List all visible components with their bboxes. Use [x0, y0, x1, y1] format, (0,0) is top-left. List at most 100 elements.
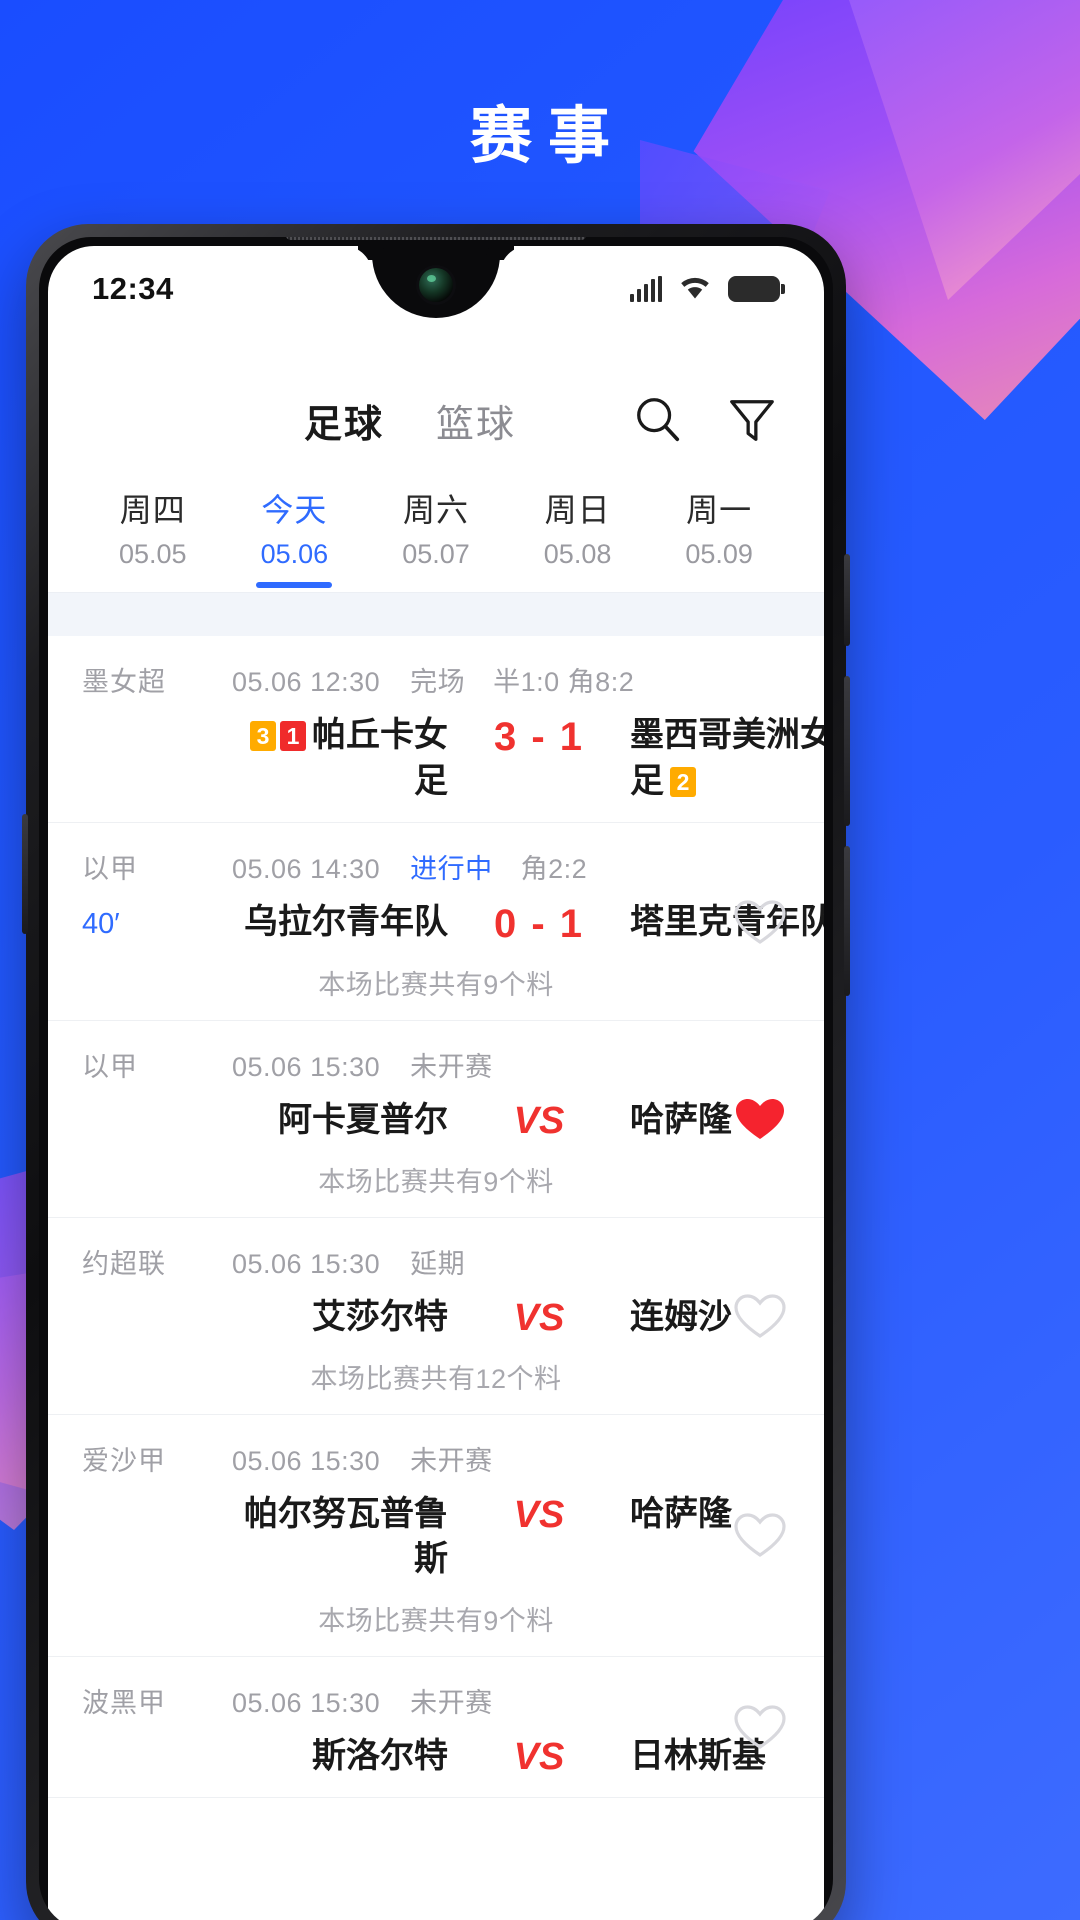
match-row-body: 帕尔努瓦普鲁斯 VS 哈萨隆 — [82, 1492, 790, 1583]
favorite-heart-icon[interactable] — [730, 1505, 790, 1565]
match-row-body: 40′ 乌拉尔青年队 0 - 1 塔里克青年队 — [82, 900, 824, 947]
match-row-header: 墨女超 05.06 12:30 完场 半1:0 角8:2 — [82, 660, 790, 699]
phone-side-button-volume-down — [844, 846, 850, 996]
away-team-name: 连姆沙 — [630, 1298, 732, 1337]
date-tab-05.05[interactable]: 周四 05.05 — [82, 490, 224, 592]
home-team-name: 阿卡夏普尔 — [278, 1101, 448, 1140]
home-team-name: 艾莎尔特 — [312, 1298, 448, 1337]
phone-side-button-volume-up — [844, 676, 850, 826]
match-score: VS — [513, 1735, 565, 1778]
wifi-icon — [678, 274, 712, 305]
search-icon[interactable] — [632, 394, 684, 446]
match-tips-count: 本场比赛共有9个料 — [318, 1167, 554, 1198]
kickoff-time: 05.06 15:30 — [232, 1052, 381, 1083]
live-minute — [82, 1492, 232, 1500]
date-tab-05.09[interactable]: 周一 05.09 — [648, 490, 790, 592]
status-time: 12:34 — [92, 271, 174, 306]
match-meta: 角2:2 — [520, 854, 588, 885]
home-team: 艾莎尔特 — [232, 1295, 464, 1341]
league-name: 爱沙甲 — [82, 1445, 166, 1476]
live-minute — [82, 1295, 232, 1303]
phone-mockup: 12:34 足球 篮球 周四 05.05 今天 05.06 周六 05.07 周… — [22, 224, 850, 1920]
earpiece-speaker-icon — [286, 237, 586, 240]
tab-basketball[interactable]: 篮球 — [410, 393, 542, 448]
home-team-name: 乌拉尔青年队 — [244, 903, 448, 942]
tab-football[interactable]: 足球 — [278, 393, 410, 448]
favorite-heart-icon[interactable] — [730, 892, 790, 952]
match-row-header: 约超联 05.06 15:30 延期 — [82, 1242, 790, 1281]
live-minute — [82, 1734, 232, 1742]
league-name: 波黑甲 — [82, 1687, 166, 1718]
list-section-divider — [48, 592, 824, 637]
match-row-header: 以甲 05.06 15:30 未开赛 — [82, 1045, 790, 1084]
kickoff-time: 05.06 14:30 — [232, 854, 381, 885]
phone-bezel: 12:34 足球 篮球 周四 05.05 今天 05.06 周六 05.07 周… — [39, 237, 833, 1920]
status-badge: 未开赛 — [410, 1445, 493, 1476]
away-team-name: 哈萨隆 — [630, 1101, 732, 1140]
match-score: VS — [513, 1493, 565, 1536]
match-row[interactable]: 爱沙甲 05.06 15:30 未开赛帕尔努瓦普鲁斯 VS 哈萨隆本场比赛共有9个料 — [48, 1415, 824, 1657]
live-minute — [82, 713, 232, 721]
sport-tab-bar: 足球 篮球 — [48, 368, 824, 472]
league-name: 以甲 — [82, 1052, 138, 1083]
match-row-body: 3 1 帕丘卡女足 3 - 1 墨西哥美洲女足 2 — [82, 713, 824, 804]
match-score: VS — [513, 1297, 565, 1340]
date-tab-dow: 周四 — [119, 492, 186, 528]
page-title: 赛事 — [469, 102, 626, 171]
match-score: 3 - 1 — [493, 715, 585, 760]
home-team-name: 斯洛尔特 — [312, 1736, 448, 1775]
league-name: 以甲 — [82, 854, 138, 885]
match-tips-count: 本场比赛共有9个料 — [318, 1605, 554, 1636]
match-row[interactable]: 以甲 05.06 14:30 进行中 角2:2 40′ 乌拉尔青年队 0 - 1 塔里克青年队… — [48, 823, 824, 1022]
phone-screen: 12:34 足球 篮球 周四 05.05 今天 05.06 周六 05.07 周… — [48, 246, 824, 1920]
team-badge: 1 — [280, 721, 306, 752]
match-row-header: 爱沙甲 05.06 15:30 未开赛 — [82, 1439, 790, 1478]
favorite-heart-icon[interactable] — [730, 1286, 790, 1346]
home-team-name: 帕丘卡女足 — [312, 716, 448, 800]
league-name: 墨女超 — [82, 667, 166, 698]
home-team: 乌拉尔青年队 — [232, 900, 464, 946]
status-badge: 完场 — [410, 667, 466, 698]
away-team: 哈萨隆 — [614, 1492, 824, 1538]
away-team: 塔里克青年队 — [614, 900, 824, 946]
team-badges: 2 — [670, 766, 696, 797]
team-badge: 2 — [670, 766, 696, 797]
match-tips-count: 本场比赛共有9个料 — [318, 970, 554, 1001]
match-row[interactable]: 以甲 05.06 15:30 未开赛 阿卡夏普尔 VS 哈萨隆 本场比赛共有9个料 — [48, 1021, 824, 1219]
status-indicators — [630, 274, 785, 305]
team-badge: 3 — [250, 721, 276, 752]
away-team: 墨西哥美洲女足 2 — [614, 713, 824, 804]
match-score: 0 - 1 — [493, 902, 585, 947]
favorite-heart-icon[interactable] — [730, 1697, 790, 1757]
away-team: 日林斯基 — [614, 1734, 824, 1780]
date-tab-dow: 周日 — [544, 492, 611, 528]
date-tab-bar: 周四 05.05 今天 05.06 周六 05.07 周日 05.08 周一 05.09 — [48, 472, 824, 592]
match-row[interactable]: 墨女超 05.06 12:30 完场 半1:0 角8:2 3 1 帕丘卡女足 3 - 1 墨西哥… — [48, 636, 824, 824]
status-badge: 未开赛 — [410, 1687, 493, 1718]
match-row-body: 阿卡夏普尔 VS 哈萨隆 — [82, 1098, 790, 1144]
date-tab-dow: 周六 — [402, 492, 469, 528]
status-badge: 延期 — [410, 1249, 466, 1280]
home-team: 帕尔努瓦普鲁斯 — [232, 1492, 464, 1583]
front-camera-icon — [419, 268, 453, 302]
league-name: 约超联 — [82, 1249, 166, 1280]
match-row[interactable]: 波黑甲 05.06 15:30 未开赛 斯洛尔特 VS 日林斯基 — [48, 1657, 824, 1799]
date-tab-active-indicator — [256, 582, 333, 589]
favorite-heart-icon[interactable] — [730, 1089, 790, 1149]
top-actions — [632, 394, 786, 446]
away-team: 连姆沙 — [614, 1295, 824, 1341]
match-row[interactable]: 约超联 05.06 15:30 延期 艾莎尔特 VS 连姆沙 本场比赛共有12个料 — [48, 1218, 824, 1415]
kickoff-time: 05.06 15:30 — [232, 1445, 381, 1476]
match-row-body: 艾莎尔特 VS 连姆沙 — [82, 1295, 790, 1341]
date-tab-05.08[interactable]: 周日 05.08 — [507, 490, 649, 592]
home-team: 斯洛尔特 — [232, 1734, 464, 1780]
teams: 3 1 帕丘卡女足 3 - 1 墨西哥美洲女足 2 — [232, 713, 824, 804]
live-minute — [82, 1098, 232, 1106]
live-minute: 40′ — [82, 908, 120, 941]
date-tab-05.06[interactable]: 今天 05.06 — [224, 490, 366, 592]
date-tab-05.07[interactable]: 周六 05.07 — [365, 490, 507, 592]
filter-icon[interactable] — [726, 394, 778, 446]
match-row-header: 以甲 05.06 14:30 进行中 角2:2 — [82, 847, 790, 886]
date-tab-date: 05.06 — [260, 539, 329, 569]
status-badge: 进行中 — [410, 854, 493, 885]
